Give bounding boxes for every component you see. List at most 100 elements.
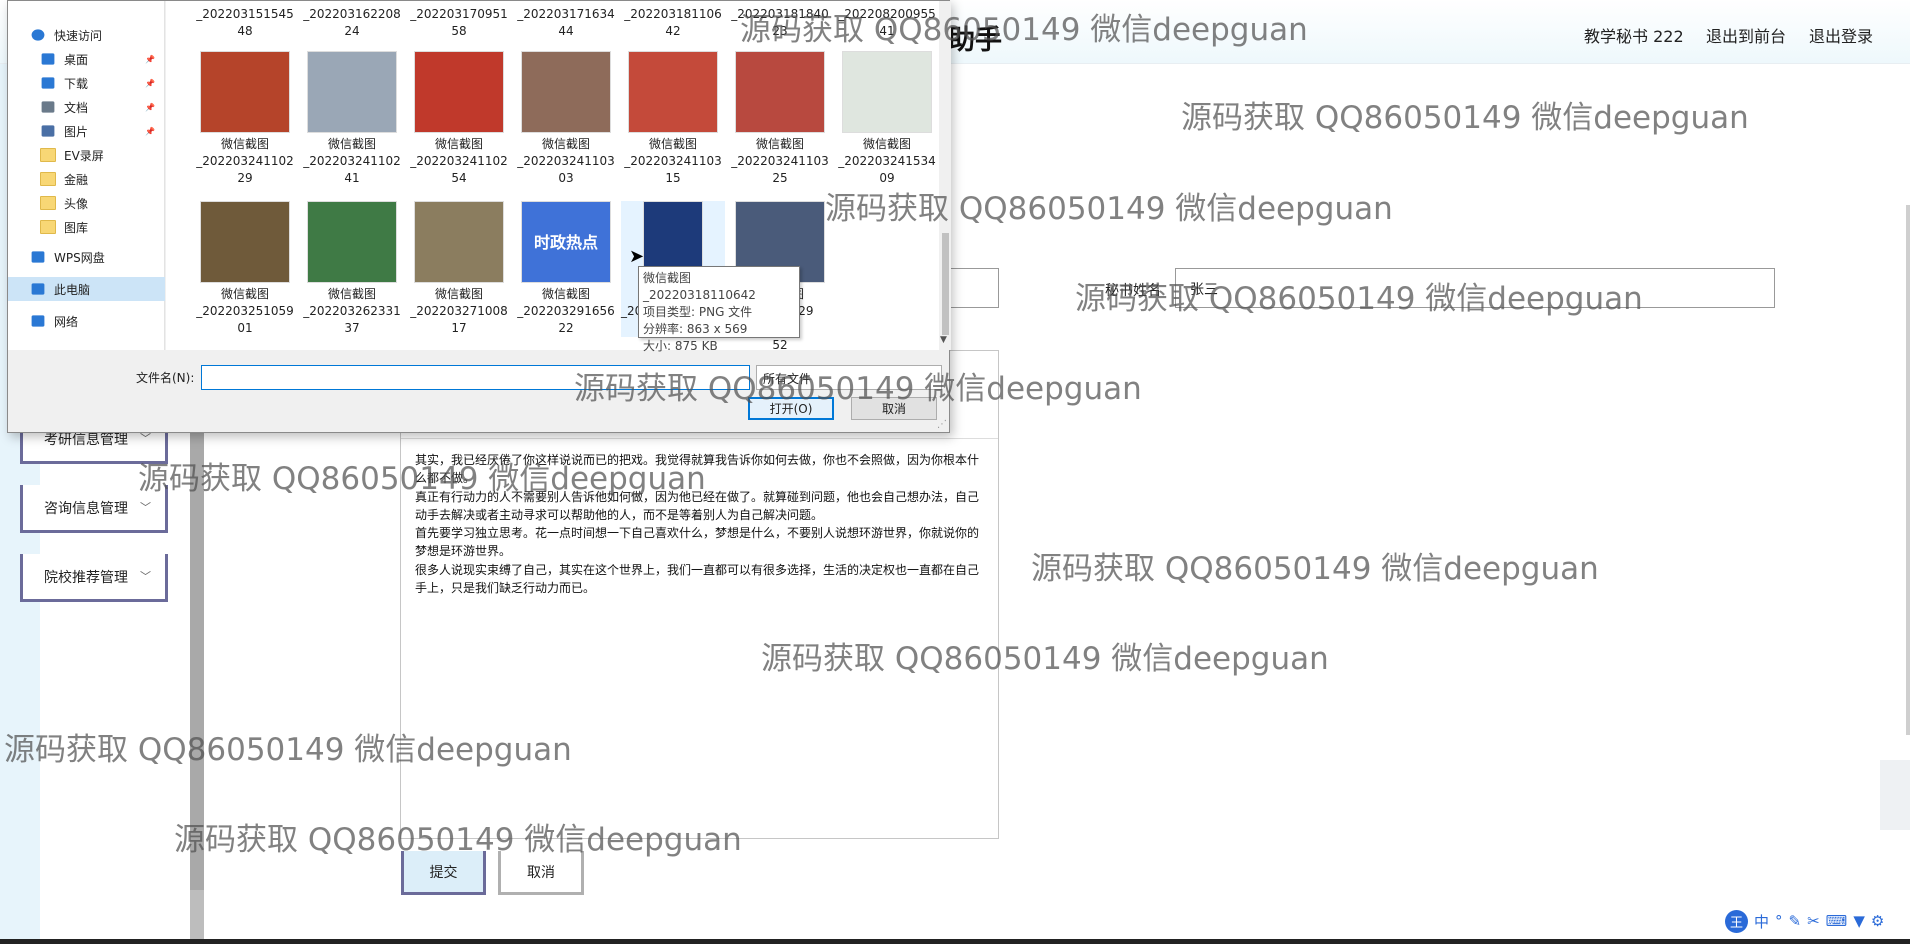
thumbnail-banner-text: 时政热点 bbox=[533, 232, 598, 252]
editor-content[interactable]: 其实，我已经厌倦了你这样说说而已的把戏。我觉得就算我告诉你如何去做，你也不会照做… bbox=[415, 451, 985, 597]
file-thumbnail bbox=[200, 201, 290, 283]
secretary-name-value: 张三 bbox=[1190, 282, 1218, 298]
file-item[interactable]: 微信截图 _202203271008 17 bbox=[407, 201, 511, 337]
file-item[interactable]: _202203171634 44 bbox=[514, 6, 618, 40]
file-item[interactable]: _202208200955 41 bbox=[835, 6, 939, 40]
mouse-cursor-icon: ➤ bbox=[629, 246, 645, 267]
download-icon bbox=[41, 77, 55, 89]
cloud-icon bbox=[31, 251, 45, 263]
sidebar-item-label: 院校推荐管理 bbox=[44, 570, 128, 586]
file-item[interactable]: 时政热点 微信截图 _202203291656 22 bbox=[514, 201, 618, 337]
file-thumbnail bbox=[842, 51, 932, 133]
nav-item[interactable]: 此电脑 bbox=[8, 277, 165, 301]
file-thumbnail bbox=[307, 201, 397, 283]
scrollbar-thumb[interactable] bbox=[942, 233, 949, 335]
submit-button[interactable]: 提交 bbox=[401, 851, 486, 895]
pin-icon: 📌 bbox=[145, 102, 155, 112]
nav-item[interactable]: 金融 bbox=[8, 167, 165, 191]
file-item[interactable]: 微信截图 _202203241103 15 bbox=[621, 51, 725, 187]
nav-item[interactable]: 文档 📌 bbox=[8, 95, 165, 119]
file-name: 微信截图 _202203241103 03 bbox=[517, 137, 615, 185]
nav-item-label: 图片 bbox=[64, 124, 89, 139]
sidebar-item-school[interactable]: 院校推荐管理 ﹀ bbox=[20, 554, 168, 602]
file-item[interactable]: 微信截图 _202203241102 54 bbox=[407, 51, 511, 187]
nav-item[interactable]: EV录屏 bbox=[8, 143, 165, 167]
page-scrollbar[interactable] bbox=[1906, 205, 1910, 735]
file-name: _202208200955 41 bbox=[838, 7, 936, 38]
file-list-scrollbar[interactable]: ▼ bbox=[939, 1, 951, 350]
file-item[interactable]: _202203151545 48 bbox=[193, 6, 297, 40]
nav-item-label: EV录屏 bbox=[64, 148, 104, 163]
secretary-name-input[interactable]: 张三 bbox=[1175, 268, 1775, 308]
folder-icon bbox=[40, 220, 56, 234]
nav-item[interactable]: 网络 bbox=[8, 309, 165, 333]
file-item[interactable]: _202203181840 23 bbox=[728, 6, 832, 40]
filename-input[interactable] bbox=[201, 365, 750, 390]
pin-icon: 📌 bbox=[145, 126, 155, 136]
content-paragraph: 真正有行动力的人不需要别人告诉他如何做，因为他已经在做了。就算碰到问题，他也会自… bbox=[415, 489, 980, 522]
nav-item[interactable]: 图库 bbox=[8, 215, 165, 239]
pin-icon: 📌 bbox=[145, 78, 155, 88]
ime-logo-icon[interactable]: 王 bbox=[1725, 909, 1748, 933]
nav-item-label: 头像 bbox=[64, 196, 89, 211]
content-paragraph: 其实，我已经厌倦了你这样说说而已的把戏。我觉得就算我告诉你如何去做，你也不会照做… bbox=[415, 453, 980, 486]
file-thumbnail bbox=[521, 51, 611, 133]
sidebar-item-consult[interactable]: 咨询信息管理 ﹀ bbox=[20, 485, 168, 533]
file-thumbnail bbox=[200, 51, 290, 133]
file-item[interactable]: 微信截图 _202203241103 25 bbox=[728, 51, 832, 187]
tooltip-size: 大小: 875 KB bbox=[643, 339, 718, 353]
scissors-icon[interactable]: ✂ bbox=[1807, 912, 1820, 930]
file-name: _202203170951 58 bbox=[410, 7, 508, 38]
filename-label: 文件名(N): bbox=[136, 371, 195, 385]
chevron-down-icon: ﹀ bbox=[140, 570, 151, 583]
file-name: 微信截图 _202203241102 54 bbox=[410, 137, 508, 185]
chevron-down-icon: ﹀ bbox=[140, 501, 151, 514]
settings-icon[interactable]: ⚙ bbox=[1871, 912, 1884, 930]
nav-item[interactable]: WPS网盘 bbox=[8, 245, 165, 269]
scroll-down-icon[interactable]: ▼ bbox=[940, 335, 947, 345]
nav-item[interactable]: 头像 bbox=[8, 191, 165, 215]
file-item[interactable]: _202203170951 58 bbox=[407, 6, 511, 40]
resize-grip-icon[interactable]: ⋰ bbox=[937, 419, 947, 430]
nav-item-label: 文档 bbox=[64, 100, 89, 115]
app-title: 助手 bbox=[948, 25, 1002, 56]
nav-item[interactable]: 图片 📌 bbox=[8, 119, 165, 143]
nav-item-label: 金融 bbox=[64, 172, 89, 187]
skin-icon[interactable]: ▼ bbox=[1853, 912, 1865, 930]
dialog-cancel-button[interactable]: 取消 bbox=[851, 397, 937, 420]
open-button[interactable]: 打开(O) bbox=[748, 397, 834, 420]
punctuation-icon[interactable]: ° bbox=[1775, 912, 1783, 930]
file-item[interactable]: 微信截图 _202203241102 41 bbox=[300, 51, 404, 187]
file-item[interactable]: 微信截图 _202203241102 29 bbox=[193, 51, 297, 187]
folder-icon bbox=[40, 172, 56, 186]
file-item[interactable]: 微信截图 _202203251059 01 bbox=[193, 201, 297, 337]
navigation-pane: 快速访问 桌面 📌 下载 📌 文档 📌 图片 📌 EV录屏金融头像图库 WPS网盘此电脑网络 bbox=[8, 1, 165, 350]
file-item[interactable]: _202203162208 24 bbox=[300, 6, 404, 40]
logout-link[interactable]: 退出登录 bbox=[1809, 23, 1873, 47]
keyboard-icon[interactable]: ⌨ bbox=[1826, 912, 1848, 930]
file-name: 微信截图 _202203271008 17 bbox=[410, 287, 508, 335]
file-thumbnail: 时政热点 bbox=[521, 201, 611, 283]
desktop-icon bbox=[41, 53, 55, 65]
pin-icon: 📌 bbox=[145, 54, 155, 64]
file-item[interactable]: 微信截图 _202203262331 37 bbox=[300, 201, 404, 337]
file-item[interactable]: 微信截图 _202203241103 03 bbox=[514, 51, 618, 187]
sidebar-item-label: 考研信息管理 bbox=[44, 432, 128, 448]
back-to-front-link[interactable]: 退出到前台 bbox=[1706, 23, 1786, 47]
filetype-select[interactable]: 所有文件 bbox=[756, 365, 942, 390]
pen-icon[interactable]: ✎ bbox=[1789, 912, 1802, 930]
file-name: 微信截图 _202203241103 25 bbox=[731, 137, 829, 185]
cancel-button[interactable]: 取消 bbox=[498, 851, 584, 895]
ime-mode[interactable]: 中 bbox=[1754, 911, 1769, 932]
watermark: 源码获取 QQ86050149 微信deepguan bbox=[1031, 551, 1599, 587]
file-item[interactable]: _202203181106 42 bbox=[621, 6, 725, 40]
nav-item[interactable]: 快速访问 bbox=[8, 23, 165, 47]
network-icon bbox=[31, 315, 45, 327]
nav-item[interactable]: 下载 📌 bbox=[8, 71, 165, 95]
ime-toolbar[interactable]: 王 中 ° ✎ ✂ ⌨ ▼ ⚙ bbox=[1725, 909, 1884, 933]
nav-item[interactable]: 桌面 📌 bbox=[8, 47, 165, 71]
tooltip-filename: 微信截图_20220318110642 bbox=[643, 271, 756, 302]
folder-icon bbox=[40, 148, 56, 162]
file-open-dialog: 快速访问 桌面 📌 下载 📌 文档 📌 图片 📌 EV录屏金融头像图库 WPS网盘此电脑网络 _20… bbox=[7, 0, 951, 433]
file-item[interactable]: 微信截图 _202203241534 09 bbox=[835, 51, 939, 187]
